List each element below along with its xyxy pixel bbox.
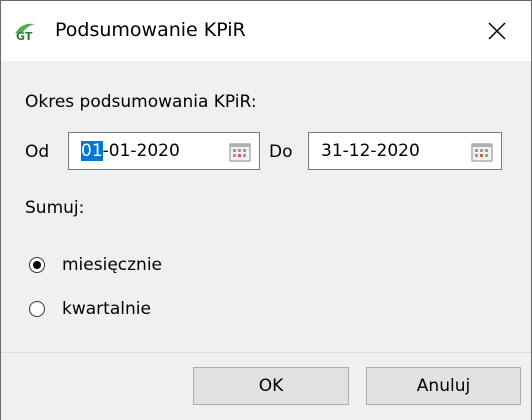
close-icon xyxy=(488,22,506,40)
period-label: Okres podsumowania KPiR: xyxy=(25,92,257,112)
svg-text:GT: GT xyxy=(16,30,33,42)
radio-quarterly-label[interactable]: kwartalnie xyxy=(62,298,151,320)
dialog-body: Okres podsumowania KPiR: Od 01-01-2020 D… xyxy=(1,61,531,352)
window-title: Podsumowanie KPiR xyxy=(55,19,246,41)
radio-monthly[interactable] xyxy=(29,257,45,273)
from-date-rest: -01-2020 xyxy=(102,141,180,161)
radio-monthly-label[interactable]: miesięcznie xyxy=(62,254,162,276)
radio-selected-dot xyxy=(33,261,41,269)
from-date-selected-part: 01 xyxy=(81,141,103,161)
radio-quarterly[interactable] xyxy=(29,301,45,317)
from-date-field[interactable]: 01-01-2020 xyxy=(68,132,260,170)
close-button[interactable] xyxy=(471,6,523,56)
ok-button[interactable]: OK xyxy=(193,367,349,405)
calendar-icon[interactable] xyxy=(229,142,251,162)
button-bar: OK Anuluj xyxy=(1,352,531,420)
dialog-window: GT Podsumowanie KPiR Okres podsumowania … xyxy=(0,0,532,420)
title-bar: GT Podsumowanie KPiR xyxy=(1,1,531,61)
from-date-value: 01-01-2020 xyxy=(81,140,180,162)
to-label: Do xyxy=(269,142,293,162)
to-date-value: 31-12-2020 xyxy=(321,141,420,161)
calendar-icon[interactable] xyxy=(471,142,493,162)
from-label: Od xyxy=(25,142,50,162)
sum-label: Sumuj: xyxy=(25,198,85,218)
app-logo-icon: GT xyxy=(15,23,35,42)
to-date-field[interactable]: 31-12-2020 xyxy=(308,132,502,170)
cancel-button[interactable]: Anuluj xyxy=(366,367,521,405)
